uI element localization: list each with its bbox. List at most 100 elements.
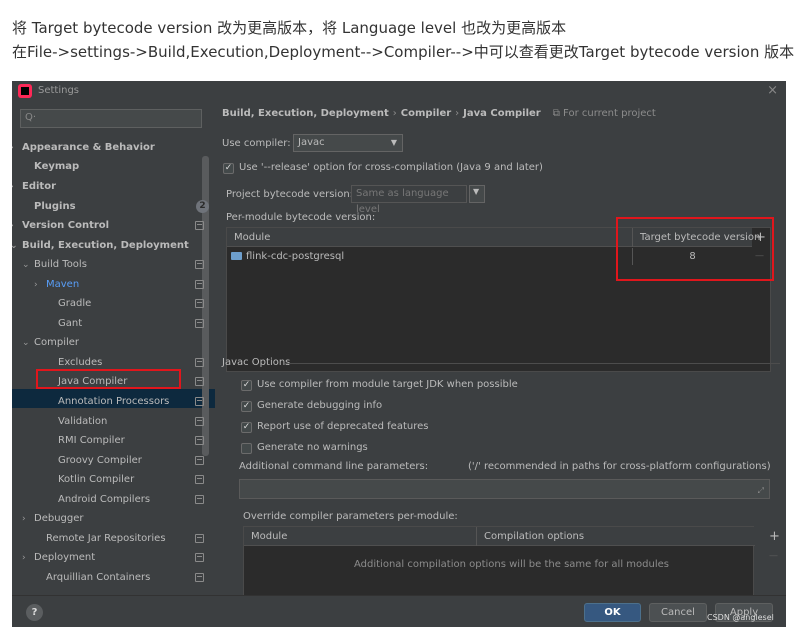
use-target-jdk-checkbox[interactable]: ✓	[241, 380, 252, 391]
chevron-right-icon[interactable]: ›	[34, 276, 46, 295]
breadcrumb-build-execution-deployment[interactable]: Build, Execution, Deployment	[222, 108, 389, 119]
project-scope-icon	[195, 319, 204, 328]
section-divider	[285, 363, 780, 364]
sidebar-item-label: Validation	[58, 416, 108, 427]
sidebar-item-label: RMI Compiler	[58, 435, 125, 446]
chevron-right-icon[interactable]: ›	[22, 510, 34, 529]
sidebar-item-label: Remote Jar Repositories	[46, 533, 166, 544]
project-scope-icon	[195, 260, 204, 269]
java-compiler-panel: Build, Execution, Deployment › Compiler › Ja…	[215, 101, 786, 596]
help-icon[interactable]: ?	[26, 604, 43, 621]
sidebar-item-label: Compiler	[34, 337, 80, 348]
project-bytecode-label: Project bytecode version:	[226, 189, 354, 200]
chevron-right-icon[interactable]: ›	[12, 178, 22, 197]
sidebar-item-label: Gant	[58, 318, 83, 329]
column-module[interactable]: Module	[227, 228, 270, 247]
use-target-jdk-label: Use compiler from module target JDK when…	[257, 379, 518, 390]
chevron-right-icon[interactable]: ›	[12, 139, 22, 158]
project-bytecode-dropdown-button[interactable]: ▼	[469, 185, 485, 203]
sidebar-item-label: Kotlin Compiler	[58, 474, 135, 485]
cancel-button[interactable]: Cancel	[649, 603, 707, 622]
sidebar-item-kotlin-compiler[interactable]: Kotlin Compiler	[58, 470, 134, 489]
breadcrumb-separator: ›	[392, 108, 397, 119]
sidebar-item-groovy-compiler[interactable]: Groovy Compiler	[58, 451, 142, 470]
sidebar-item-compiler[interactable]: ⌄ Compiler	[22, 333, 79, 352]
settings-search-input[interactable]: Q·	[20, 109, 202, 128]
chevron-down-icon[interactable]: ⌄	[22, 334, 34, 353]
sidebar-item-gant[interactable]: Gant	[58, 314, 82, 333]
use-compiler-value: Javac	[298, 137, 325, 148]
sidebar-item-debugger[interactable]: › Debugger	[22, 509, 84, 528]
settings-dialog: Settings × Q· ›Appearance & BehaviorKeym…	[12, 81, 786, 627]
use-compiler-select[interactable]: Javac ▼	[293, 134, 403, 152]
remove-override-icon[interactable]: —	[769, 551, 778, 561]
project-bytecode-select[interactable]: Same as language level	[351, 185, 467, 215]
breadcrumb-java-compiler: Java Compiler	[463, 108, 541, 119]
sidebar-item-deployment[interactable]: › Deployment	[22, 548, 95, 567]
caption-line-1: 将 Target bytecode version 改为更高版本，将 Langu…	[12, 19, 567, 37]
project-scope-icon	[195, 417, 204, 426]
module-name: flink-cdc-postgresql	[246, 251, 345, 262]
override-label: Override compiler parameters per-module:	[243, 511, 458, 522]
target-version-highlight-box	[616, 217, 774, 281]
sidebar-item-label: Plugins	[34, 201, 76, 212]
chevron-right-icon[interactable]: ›	[12, 217, 22, 236]
chevron-down-icon[interactable]: ⌄	[22, 256, 34, 275]
sidebar-item-label: Maven	[46, 279, 80, 290]
release-option-checkbox[interactable]: ✓	[223, 163, 234, 174]
sidebar-item-build-tools[interactable]: ⌄ Build Tools	[22, 255, 87, 274]
javac-options-title: Javac Options	[222, 357, 291, 368]
project-scope-icon	[195, 553, 204, 562]
chevron-right-icon[interactable]: ›	[22, 549, 34, 568]
plugins-update-badge: 2	[196, 200, 209, 213]
sidebar-item-android-compilers[interactable]: Android Compilers	[58, 490, 150, 509]
deprecated-label: Report use of deprecated features	[257, 421, 429, 432]
sidebar-item-maven[interactable]: › Maven	[34, 275, 79, 294]
sidebar-item-label: Annotation Processors	[58, 396, 170, 407]
add-override-icon[interactable]: +	[769, 529, 780, 544]
sidebar-item-label: Editor	[22, 181, 56, 192]
sidebar-item-plugins[interactable]: Plugins	[34, 197, 76, 216]
project-scope-icon	[195, 221, 204, 230]
sidebar-item-label: Keymap	[34, 161, 80, 172]
sidebar-item-editor[interactable]: ›Editor	[12, 177, 56, 196]
sidebar-item-build-execution-deployment[interactable]: ⌄ Build, Execution, Deployment	[12, 236, 189, 255]
sidebar-item-label: Debugger	[34, 513, 84, 524]
debug-info-checkbox[interactable]: ✓	[241, 401, 252, 412]
expand-icon[interactable]: ⤢	[758, 486, 764, 496]
sidebar-item-rmi-compiler[interactable]: RMI Compiler	[58, 431, 125, 450]
project-scope-icon	[195, 377, 204, 386]
no-warnings-checkbox[interactable]	[241, 443, 252, 454]
sidebar-item-keymap[interactable]: Keymap	[34, 157, 79, 176]
sidebar-item-label: Appearance & Behavior	[22, 142, 155, 153]
project-scope-icon	[195, 299, 204, 308]
override-table-header: Module Compilation options	[244, 527, 755, 546]
module-cell: flink-cdc-postgresql	[231, 248, 344, 265]
sidebar-item-label: Build Tools	[34, 259, 87, 270]
ok-button[interactable]: OK	[584, 603, 641, 622]
project-scope-icon	[195, 475, 204, 484]
sidebar-item-annotation-processors[interactable]: Annotation Processors	[58, 392, 169, 411]
additional-params-input[interactable]: ⤢	[239, 479, 770, 499]
breadcrumb-compiler[interactable]: Compiler	[401, 108, 451, 119]
close-icon[interactable]: ×	[767, 83, 778, 98]
deprecated-checkbox[interactable]: ✓	[241, 422, 252, 433]
module-folder-icon	[231, 252, 242, 260]
sidebar-item-arquillian-containers[interactable]: Arquillian Containers	[46, 568, 150, 587]
dialog-button-bar: ? OK Cancel Apply	[12, 595, 786, 627]
override-column-options[interactable]: Compilation options	[476, 527, 584, 546]
sidebar-item-validation[interactable]: Validation	[58, 412, 107, 431]
sidebar-item-label: Arquillian Containers	[46, 572, 151, 583]
project-scope-icon	[195, 534, 204, 543]
override-column-module[interactable]: Module	[244, 527, 287, 546]
sidebar-item-remote-jar-repositories[interactable]: Remote Jar Repositories	[46, 529, 166, 548]
search-icon: Q·	[25, 112, 37, 123]
sidebar-item-gradle[interactable]: Gradle	[58, 294, 91, 313]
sidebar-item-label: Groovy Compiler	[58, 455, 142, 466]
title-bar: Settings ×	[12, 81, 786, 101]
sidebar-item-version-control[interactable]: ›Version Control	[12, 216, 109, 235]
chevron-down-icon[interactable]: ⌄	[12, 237, 22, 256]
chevron-down-icon: ▼	[390, 138, 397, 147]
sidebar-item-appearance-behavior[interactable]: ›Appearance & Behavior	[12, 138, 155, 157]
csdn-watermark: CSDN @anglesel	[707, 613, 774, 622]
